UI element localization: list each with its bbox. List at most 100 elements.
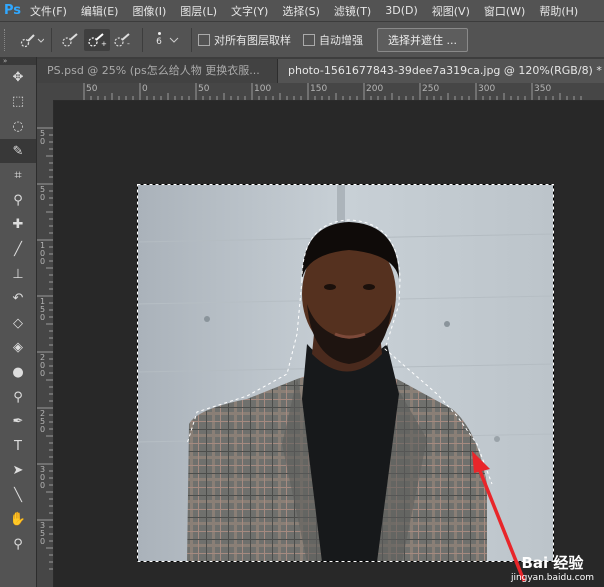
tool-history-brush[interactable]: ↶ [0,286,36,311]
tool-type[interactable]: T [0,434,36,459]
tool-line[interactable]: ╲ [0,483,36,508]
panel-collapse-button[interactable]: » [0,57,36,65]
tab-ps-psd[interactable]: PS.psd @ 25% (ps怎么给人物 更换衣服... [37,59,278,83]
menu-layer[interactable]: 图层(L) [180,3,217,19]
menu-file[interactable]: 文件(F) [30,3,67,19]
ruler-v-label: 1 0 0 [40,241,46,266]
healing-brush-icon: ✚ [12,217,24,233]
options-grip[interactable] [4,28,11,51]
tab-photo-jpg[interactable]: photo-1561677843-39dee7a319ca.jpg @ 120%… [278,59,604,83]
ruler-h-label: 0 [142,84,148,94]
sample-all-layers-option[interactable]: 对所有图层取样 [198,32,291,48]
tool-dodge[interactable]: ⚲ [0,385,36,410]
brush-dot-icon [157,32,161,35]
ruler-ticks [37,127,53,570]
canvas-area[interactable]: Bai 经验 jingyan.baidu.com [54,101,604,587]
menu-3d[interactable]: 3D(D) [385,4,418,17]
tool-eyedropper[interactable]: ⚲ [0,188,36,213]
tool-preset-picker[interactable] [19,29,45,51]
tab-label: photo-1561677843-39dee7a319ca.jpg @ 120%… [288,64,602,77]
menu-image[interactable]: 图像(I) [132,3,166,19]
quick-selection-icon: ✎ [12,143,24,159]
ruler-v-label: 3 5 0 [40,521,46,546]
ruler-h-label: 50 [198,84,210,94]
menu-select[interactable]: 选择(S) [282,3,320,19]
line-icon: ╲ [14,487,22,503]
new-selection-button[interactable] [58,29,84,51]
portrait-photo [137,184,554,562]
brush-icon: ╱ [14,241,22,257]
ruler-h-label: 350 [534,84,552,94]
tool-path-selection[interactable]: ➤ [0,459,36,484]
brush-size-picker[interactable]: 6 [149,32,185,47]
subtract-from-selection-button[interactable]: - [110,29,136,51]
tool-quick-selection[interactable]: ✎ [0,138,36,164]
tool-crop[interactable]: ⌗ [0,163,36,188]
ruler-v-label: 5 0 [40,185,46,202]
divider [142,27,143,52]
menu-filter[interactable]: 滤镜(T) [334,3,371,19]
paint-bucket-icon: ◈ [13,340,23,356]
move-icon: ✥ [12,69,24,85]
auto-enhance-checkbox[interactable] [303,33,315,46]
menu-edit[interactable]: 编辑(E) [81,3,119,19]
tool-eraser[interactable]: ◇ [0,311,36,336]
svg-text:+: + [101,40,107,48]
menu-window[interactable]: 窗口(W) [484,3,525,19]
ruler-ticks [83,83,582,100]
tool-pen[interactable]: ✒ [0,409,36,434]
tool-brush[interactable]: ╱ [0,237,36,262]
tool-healing-brush[interactable]: ✚ [0,213,36,238]
tool-lasso[interactable]: ◌ [0,114,36,139]
tool-marquee[interactable]: ⬚ [0,90,36,115]
path-selection-icon: ➤ [12,463,24,479]
sample-all-layers-checkbox[interactable] [198,33,210,46]
brush-size-value: 6 [156,37,162,47]
crop-icon: ⌗ [14,168,22,184]
tool-paint-bucket[interactable]: ◈ [0,336,36,361]
menu-bar: Ps 文件(F) 编辑(E) 图像(I) 图层(L) 文字(Y) 选择(S) 滤… [0,0,604,21]
auto-enhance-label: 自动增强 [319,33,363,47]
ruler-h-label: 150 [310,84,328,94]
menu-help[interactable]: 帮助(H) [539,3,578,19]
tool-hand[interactable]: ✋ [0,508,36,533]
horizontal-ruler[interactable]: 50 0 50 100 150 200 250 300 350 [54,83,604,101]
photoshop-logo: Ps [4,2,22,18]
tool-clone-stamp[interactable]: ⊥ [0,262,36,287]
ruler-h-label: 200 [366,84,384,94]
eyedropper-icon: ⚲ [13,192,23,208]
select-and-mask-button[interactable]: 选择并遮住 ... [377,27,468,52]
ruler-h-label: 50 [86,84,98,94]
ruler-h-label: 100 [254,84,272,94]
ruler-h-label: 300 [478,84,496,94]
vertical-ruler[interactable]: 5 0 5 0 1 0 0 1 5 0 2 0 0 2 5 0 3 0 0 3 5 0 [37,100,54,587]
tool-blur[interactable]: ● [0,360,36,385]
document-tab-bar: PS.psd @ 25% (ps怎么给人物 更换衣服... photo-1561… [37,57,604,83]
tool-move[interactable]: ✥ [0,65,36,90]
sample-all-layers-label: 对所有图层取样 [214,33,291,47]
watermark-brand: Bai 经验 [521,554,584,572]
ruler-v-label: 5 0 [40,129,46,146]
dodge-icon: ⚲ [13,389,23,405]
watermark-url: jingyan.baidu.com [510,573,594,583]
pen-icon: ✒ [12,414,24,430]
hand-icon: ✋ [9,512,27,528]
tool-zoom[interactable]: ⚲ [0,532,36,557]
tools-panel: » ✥ ⬚ ◌ ✎ ⌗ ⚲ ✚ ╱ ⊥ ↶ ◇ ◈ ● ⚲ ✒ T ➤ ╲ ✋ ⚲ [0,57,37,587]
add-selection-icon: + [88,32,107,48]
auto-enhance-option[interactable]: 自动增强 [303,32,363,48]
svg-text:-: - [127,39,130,48]
ruler-origin[interactable] [37,83,55,101]
ruler-v-label: 1 5 0 [40,297,46,322]
document-image[interactable] [137,184,554,562]
divider [191,27,192,52]
quick-selection-icon [20,33,44,47]
lasso-icon: ◌ [12,118,24,134]
menu-type[interactable]: 文字(Y) [231,3,268,19]
divider [51,27,52,52]
add-to-selection-button[interactable]: + [84,28,110,51]
blur-icon: ● [12,364,24,380]
zoom-icon: ⚲ [13,537,23,553]
menu-view[interactable]: 视图(V) [432,3,470,19]
ruler-h-label: 250 [422,84,440,94]
